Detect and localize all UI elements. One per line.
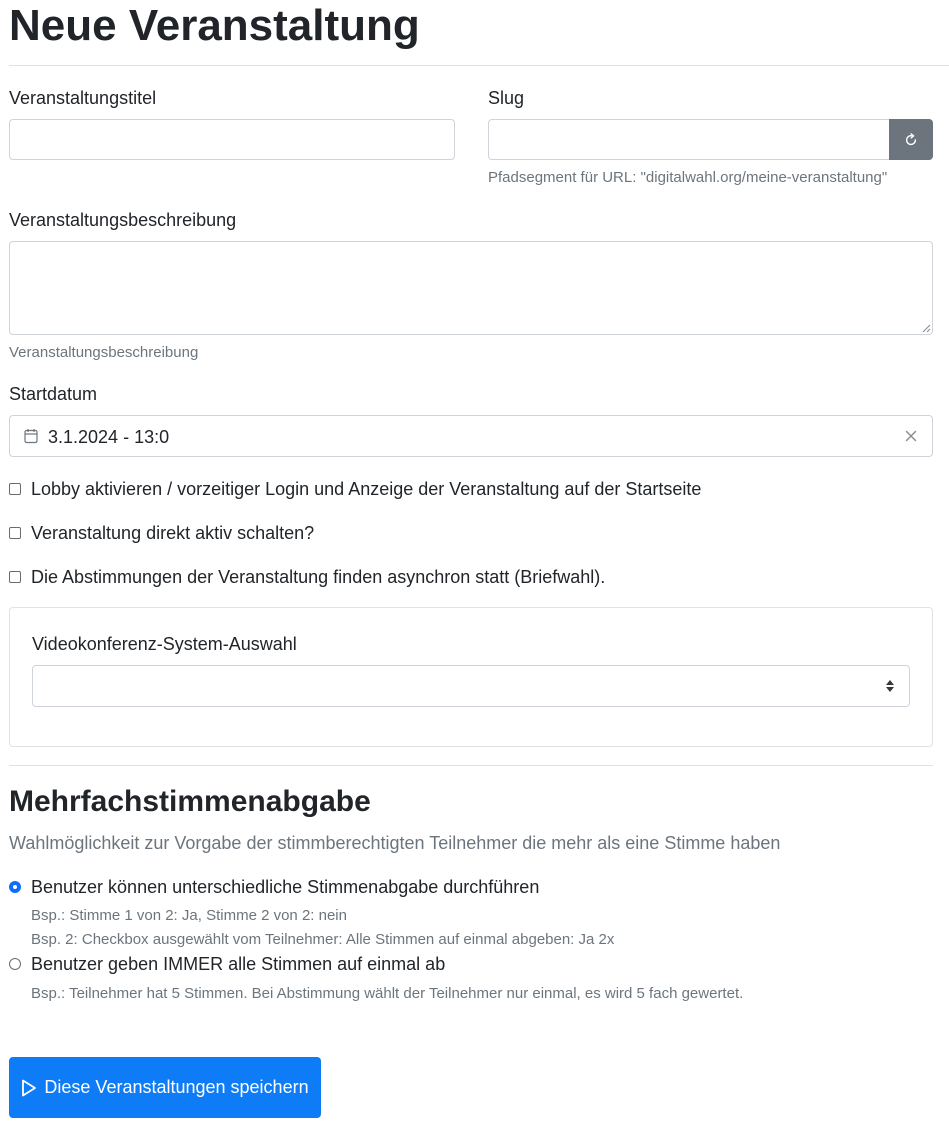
refresh-icon bbox=[905, 132, 917, 145]
resize-handle-icon[interactable] bbox=[922, 324, 931, 333]
async-checkbox[interactable] bbox=[9, 571, 21, 583]
active-checkbox-label: Veranstaltung direkt aktiv schalten? bbox=[31, 523, 315, 543]
event-title-input[interactable] bbox=[9, 119, 455, 160]
radio-all-at-once[interactable] bbox=[9, 958, 21, 970]
section-divider bbox=[9, 765, 933, 766]
save-event-label: Diese Veranstaltungen speichern bbox=[44, 1077, 309, 1097]
active-checkbox-row[interactable]: Veranstaltung direkt aktiv schalten? bbox=[9, 521, 314, 545]
radio-row-all-at-once[interactable]: Benutzer geben IMMER alle Stimmen auf ei… bbox=[9, 952, 445, 976]
page-title: Neue Veranstaltung bbox=[9, 1, 420, 50]
description-label: Veranstaltungsbeschreibung bbox=[9, 210, 237, 230]
close-icon[interactable] bbox=[905, 430, 917, 442]
calendar-icon bbox=[24, 429, 38, 444]
radio-individual-help-2: Bsp. 2: Checkbox ausgewählt vom Teilnehm… bbox=[31, 931, 615, 948]
lobby-checkbox[interactable] bbox=[9, 483, 21, 495]
description-textarea[interactable] bbox=[9, 241, 933, 335]
regenerate-slug-button[interactable] bbox=[889, 119, 933, 160]
start-date-label: Startdatum bbox=[9, 384, 98, 404]
description-help-text: Veranstaltungsbeschreibung bbox=[9, 344, 199, 361]
radio-row-individual[interactable]: Benutzer können unterschiedliche Stimmen… bbox=[9, 875, 539, 899]
event-title-label: Veranstaltungstitel bbox=[9, 88, 157, 108]
video-system-label: Videokonferenz-System-Auswahl bbox=[32, 634, 297, 654]
radio-individual[interactable] bbox=[9, 881, 21, 893]
lobby-checkbox-row[interactable]: Lobby aktivieren / vorzeitiger Login und… bbox=[9, 477, 701, 501]
async-checkbox-row[interactable]: Die Abstimmungen der Veranstaltung finde… bbox=[9, 565, 605, 589]
async-checkbox-label: Die Abstimmungen der Veranstaltung finde… bbox=[31, 567, 606, 587]
multivote-lead: Wahlmöglichkeit zur Vorgabe der stimmber… bbox=[9, 833, 781, 853]
video-system-select[interactable] bbox=[32, 665, 910, 707]
save-event-button[interactable]: Diese Veranstaltungen speichern bbox=[9, 1057, 321, 1118]
slug-help-text: Pfadsegment für URL: "digitalwahl.org/me… bbox=[488, 169, 888, 186]
slug-input[interactable] bbox=[488, 119, 890, 160]
radio-all-at-once-help: Bsp.: Teilnehmer hat 5 Stimmen. Bei Abst… bbox=[31, 985, 744, 1002]
radio-individual-help-1: Bsp.: Stimme 1 von 2: Ja, Stimme 2 von 2… bbox=[31, 907, 347, 924]
title-divider bbox=[9, 65, 949, 66]
play-icon bbox=[22, 1079, 37, 1096]
start-date-picker[interactable]: 3.1.2024 - 13:0 bbox=[9, 415, 933, 457]
active-checkbox[interactable] bbox=[9, 527, 21, 539]
multivote-heading: Mehrfachstimmenabgabe bbox=[9, 785, 371, 818]
radio-all-at-once-label: Benutzer geben IMMER alle Stimmen auf ei… bbox=[31, 954, 446, 974]
start-date-value: 3.1.2024 - 13:0 bbox=[48, 427, 170, 447]
slug-label: Slug bbox=[488, 88, 525, 108]
radio-individual-label: Benutzer können unterschiedliche Stimmen… bbox=[31, 877, 540, 897]
lobby-checkbox-label: Lobby aktivieren / vorzeitiger Login und… bbox=[31, 479, 702, 499]
sort-arrows-icon bbox=[886, 680, 894, 692]
